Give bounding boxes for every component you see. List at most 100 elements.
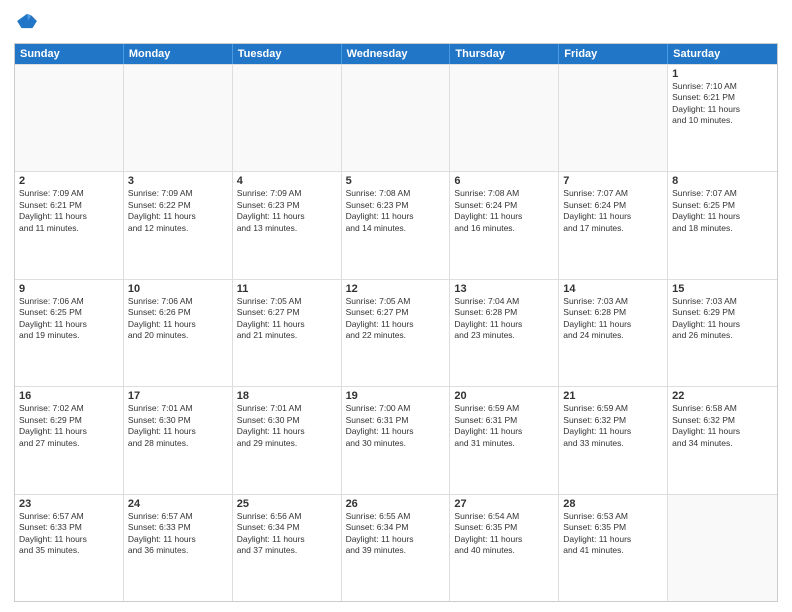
day-number: 10 [128,283,228,295]
day-info: Sunrise: 7:03 AM Sunset: 6:29 PM Dayligh… [672,296,773,342]
calendar-cell: 21Sunrise: 6:59 AM Sunset: 6:32 PM Dayli… [559,387,668,493]
day-info: Sunrise: 7:01 AM Sunset: 6:30 PM Dayligh… [128,403,228,449]
calendar-cell: 14Sunrise: 7:03 AM Sunset: 6:28 PM Dayli… [559,280,668,386]
day-info: Sunrise: 7:04 AM Sunset: 6:28 PM Dayligh… [454,296,554,342]
day-info: Sunrise: 6:53 AM Sunset: 6:35 PM Dayligh… [563,511,663,557]
calendar-cell: 6Sunrise: 7:08 AM Sunset: 6:24 PM Daylig… [450,172,559,278]
day-number: 27 [454,498,554,510]
calendar-cell: 20Sunrise: 6:59 AM Sunset: 6:31 PM Dayli… [450,387,559,493]
day-number: 20 [454,390,554,402]
calendar-cell: 3Sunrise: 7:09 AM Sunset: 6:22 PM Daylig… [124,172,233,278]
calendar-cell: 12Sunrise: 7:05 AM Sunset: 6:27 PM Dayli… [342,280,451,386]
calendar-cell: 13Sunrise: 7:04 AM Sunset: 6:28 PM Dayli… [450,280,559,386]
calendar-row: 16Sunrise: 7:02 AM Sunset: 6:29 PM Dayli… [15,386,777,493]
day-number: 16 [19,390,119,402]
calendar-row: 9Sunrise: 7:06 AM Sunset: 6:25 PM Daylig… [15,279,777,386]
day-number: 1 [672,68,773,80]
day-info: Sunrise: 7:03 AM Sunset: 6:28 PM Dayligh… [563,296,663,342]
day-info: Sunrise: 6:58 AM Sunset: 6:32 PM Dayligh… [672,403,773,449]
calendar-cell: 16Sunrise: 7:02 AM Sunset: 6:29 PM Dayli… [15,387,124,493]
day-info: Sunrise: 7:06 AM Sunset: 6:26 PM Dayligh… [128,296,228,342]
day-info: Sunrise: 7:01 AM Sunset: 6:30 PM Dayligh… [237,403,337,449]
day-number: 15 [672,283,773,295]
calendar-cell: 15Sunrise: 7:03 AM Sunset: 6:29 PM Dayli… [668,280,777,386]
cal-header-cell: Tuesday [233,44,342,64]
day-info: Sunrise: 7:10 AM Sunset: 6:21 PM Dayligh… [672,81,773,127]
calendar-cell: 26Sunrise: 6:55 AM Sunset: 6:34 PM Dayli… [342,495,451,601]
cal-header-cell: Saturday [668,44,777,64]
cal-header-cell: Friday [559,44,668,64]
calendar-header: SundayMondayTuesdayWednesdayThursdayFrid… [15,44,777,64]
logo [14,10,38,37]
day-number: 12 [346,283,446,295]
day-number: 6 [454,175,554,187]
calendar-cell: 17Sunrise: 7:01 AM Sunset: 6:30 PM Dayli… [124,387,233,493]
day-info: Sunrise: 6:55 AM Sunset: 6:34 PM Dayligh… [346,511,446,557]
calendar-cell [342,65,451,171]
calendar-cell: 7Sunrise: 7:07 AM Sunset: 6:24 PM Daylig… [559,172,668,278]
day-info: Sunrise: 7:09 AM Sunset: 6:21 PM Dayligh… [19,188,119,234]
calendar-cell: 8Sunrise: 7:07 AM Sunset: 6:25 PM Daylig… [668,172,777,278]
day-number: 26 [346,498,446,510]
day-number: 9 [19,283,119,295]
calendar-row: 1Sunrise: 7:10 AM Sunset: 6:21 PM Daylig… [15,64,777,171]
day-info: Sunrise: 7:07 AM Sunset: 6:25 PM Dayligh… [672,188,773,234]
calendar-row: 2Sunrise: 7:09 AM Sunset: 6:21 PM Daylig… [15,171,777,278]
day-number: 2 [19,175,119,187]
day-info: Sunrise: 7:05 AM Sunset: 6:27 PM Dayligh… [237,296,337,342]
calendar-body: 1Sunrise: 7:10 AM Sunset: 6:21 PM Daylig… [15,64,777,601]
day-number: 11 [237,283,337,295]
day-info: Sunrise: 7:09 AM Sunset: 6:23 PM Dayligh… [237,188,337,234]
calendar-cell [124,65,233,171]
day-number: 18 [237,390,337,402]
day-number: 13 [454,283,554,295]
calendar-cell: 24Sunrise: 6:57 AM Sunset: 6:33 PM Dayli… [124,495,233,601]
day-info: Sunrise: 6:56 AM Sunset: 6:34 PM Dayligh… [237,511,337,557]
day-number: 4 [237,175,337,187]
day-info: Sunrise: 7:05 AM Sunset: 6:27 PM Dayligh… [346,296,446,342]
cal-header-cell: Wednesday [342,44,451,64]
calendar-row: 23 Sunrise: 6:57 AM Sunset: 6:33 PM Dayli… [15,494,777,601]
calendar: SundayMondayTuesdayWednesdayThursdayFrid… [14,43,778,602]
calendar-cell: 9Sunrise: 7:06 AM Sunset: 6:25 PM Daylig… [15,280,124,386]
calendar-cell: 4Sunrise: 7:09 AM Sunset: 6:23 PM Daylig… [233,172,342,278]
day-number: 8 [672,175,773,187]
calendar-cell: 5Sunrise: 7:08 AM Sunset: 6:23 PM Daylig… [342,172,451,278]
calendar-cell: 23Sunrise: 6:57 AM Sunset: 6:33 PM Dayli… [15,495,124,601]
page: SundayMondayTuesdayWednesdayThursdayFrid… [0,0,792,612]
calendar-cell: 18Sunrise: 7:01 AM Sunset: 6:30 PM Dayli… [233,387,342,493]
day-number: 24 [128,498,228,510]
day-info: Sunrise: 7:07 AM Sunset: 6:24 PM Dayligh… [563,188,663,234]
day-number: 23 [19,498,119,510]
day-info: Sunrise: 7:08 AM Sunset: 6:23 PM Dayligh… [346,188,446,234]
day-info: Sunrise: 7:02 AM Sunset: 6:29 PM Dayligh… [19,403,119,449]
cal-header-cell: Monday [124,44,233,64]
day-info: Sunrise: 6:59 AM Sunset: 6:31 PM Dayligh… [454,403,554,449]
cal-header-cell: Thursday [450,44,559,64]
day-info: Sunrise: 7:09 AM Sunset: 6:22 PM Dayligh… [128,188,228,234]
day-info: Sunrise: 6:59 AM Sunset: 6:32 PM Dayligh… [563,403,663,449]
day-number: 28 [563,498,663,510]
calendar-cell [450,65,559,171]
cal-header-cell: Sunday [15,44,124,64]
day-number: 17 [128,390,228,402]
calendar-cell [233,65,342,171]
day-number: 3 [128,175,228,187]
calendar-cell: 10Sunrise: 7:06 AM Sunset: 6:26 PM Dayli… [124,280,233,386]
logo-icon [16,10,38,32]
calendar-cell [668,495,777,601]
calendar-cell: 25Sunrise: 6:56 AM Sunset: 6:34 PM Dayli… [233,495,342,601]
calendar-cell: 28Sunrise: 6:53 AM Sunset: 6:35 PM Dayli… [559,495,668,601]
day-info: Sunrise: 7:06 AM Sunset: 6:25 PM Dayligh… [19,296,119,342]
day-info: Sunrise: 7:08 AM Sunset: 6:24 PM Dayligh… [454,188,554,234]
day-number: 21 [563,390,663,402]
calendar-cell: 27Sunrise: 6:54 AM Sunset: 6:35 PM Dayli… [450,495,559,601]
calendar-cell: 19Sunrise: 7:00 AM Sunset: 6:31 PM Dayli… [342,387,451,493]
day-info: Sunrise: 7:00 AM Sunset: 6:31 PM Dayligh… [346,403,446,449]
day-number: 22 [672,390,773,402]
day-number: 5 [346,175,446,187]
day-info: Sunrise: 6:54 AM Sunset: 6:35 PM Dayligh… [454,511,554,557]
day-number: 7 [563,175,663,187]
day-info: Sunrise: 6:57 AM Sunset: 6:33 PM Dayligh… [128,511,228,557]
calendar-cell: 1Sunrise: 7:10 AM Sunset: 6:21 PM Daylig… [668,65,777,171]
